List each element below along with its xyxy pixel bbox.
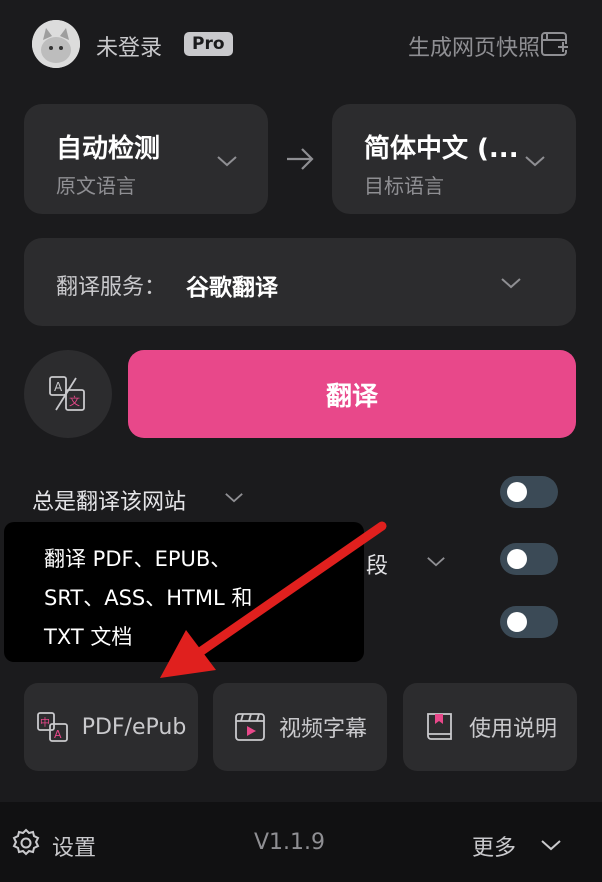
video-subtitle-icon <box>235 713 265 741</box>
second-option-label: 段 <box>366 554 389 579</box>
arrow-right-icon <box>287 148 314 170</box>
translation-service-select[interactable]: 翻译服务： 谷歌翻译 <box>24 238 576 326</box>
version-label: V1.1.9 <box>254 830 326 855</box>
second-option-toggle[interactable] <box>500 543 558 575</box>
pdf-tooltip: 翻译 PDF、EPUB、 SRT、ASS、HTML 和 TXT 文档 <box>4 522 364 662</box>
always-translate-site-label: 总是翻译该网站 <box>32 490 187 515</box>
translation-service-label: 翻译服务： <box>56 275 167 300</box>
translate-icon: A 文 <box>49 376 85 411</box>
settings-button[interactable]: 设置 <box>52 830 96 862</box>
pdf-epub-label: PDF/ePub <box>81 714 187 740</box>
source-language-caption: 原文语言 <box>56 174 136 198</box>
avatar[interactable] <box>32 20 80 68</box>
tooltip-line: 翻译 PDF、EPUB、 <box>44 547 232 571</box>
pro-badge[interactable]: Pro <box>184 32 233 56</box>
add-window-icon[interactable] <box>540 30 570 60</box>
svg-text:中: 中 <box>40 716 50 729</box>
tooltip-line: SRT、ASS、HTML 和 <box>44 586 253 610</box>
user-guide-label: 使用说明 <box>468 717 557 742</box>
chevron-down-icon[interactable] <box>224 491 244 504</box>
source-language-value: 自动检测 <box>56 134 161 164</box>
user-guide-button[interactable]: 使用说明 <box>403 683 577 771</box>
gear-icon[interactable] <box>10 827 42 859</box>
translate-mode-button[interactable]: A 文 <box>24 350 112 438</box>
target-language-value: 简体中文 (... <box>364 134 519 164</box>
target-language-select[interactable]: 简体中文 (... 目标语言 <box>332 104 576 214</box>
always-translate-site-toggle[interactable] <box>500 476 558 508</box>
more-button[interactable]: 更多 <box>472 830 516 862</box>
source-language-select[interactable]: 自动检测 原文语言 <box>24 104 268 214</box>
chevron-down-icon <box>501 278 521 289</box>
chevron-down-icon[interactable] <box>426 555 446 568</box>
video-subtitle-label: 视频字幕 <box>278 717 367 742</box>
svg-text:A: A <box>54 380 63 394</box>
chevron-down-icon <box>525 156 545 167</box>
translation-service-value: 谷歌翻译 <box>186 275 278 301</box>
chevron-down-icon[interactable] <box>540 838 562 852</box>
pdf-translate-icon: 中 A <box>36 712 68 742</box>
svg-text:A: A <box>54 728 62 741</box>
chevron-down-icon <box>217 156 237 167</box>
snapshot-button-label[interactable]: 生成网页快照 <box>408 30 540 62</box>
book-icon <box>427 713 452 740</box>
pdf-epub-button[interactable]: 中 A PDF/ePub <box>24 683 198 771</box>
target-language-caption: 目标语言 <box>364 174 444 198</box>
svg-text:文: 文 <box>69 394 80 408</box>
third-option-toggle[interactable] <box>500 606 558 638</box>
tooltip-line: TXT 文档 <box>44 625 133 649</box>
translate-button[interactable]: 翻译 <box>128 350 576 438</box>
login-status-label[interactable]: 未登录 <box>96 30 162 62</box>
always-translate-site-option[interactable]: 总是翻译该网站 <box>32 484 186 516</box>
video-subtitle-button[interactable]: 视频字幕 <box>213 683 387 771</box>
